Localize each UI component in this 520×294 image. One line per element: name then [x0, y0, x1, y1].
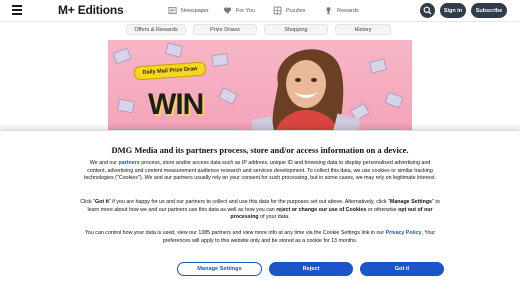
subscribe-button[interactable]: Subscribe	[471, 3, 507, 18]
banknote-image	[112, 47, 132, 65]
sign-in-button[interactable]: Sign in	[440, 3, 466, 18]
nav-rewards[interactable]: Rewards	[324, 5, 359, 16]
tab-offers-rewards[interactable]: Offers & Rewards	[126, 24, 186, 35]
smiling-woman-image	[252, 49, 360, 132]
nav-puzzles-label: Puzzles	[286, 7, 306, 14]
tab-shopping[interactable]: Shopping	[264, 24, 328, 35]
banknote-image	[211, 52, 229, 68]
newspaper-icon	[168, 6, 177, 15]
nav-for-you[interactable]: For You	[223, 5, 255, 16]
banknote-image	[384, 91, 404, 109]
nav-newspaper[interactable]: Newspaper	[168, 5, 209, 16]
banknote-image	[218, 87, 238, 105]
search-button[interactable]	[420, 3, 435, 18]
consent-title: DMG Media and its partners process, stor…	[111, 145, 409, 155]
banknote-image	[164, 42, 184, 58]
puzzle-icon	[273, 6, 282, 15]
consent-paragraph-1: We and our partners process, store and/o…	[84, 160, 436, 182]
search-icon	[423, 6, 432, 15]
manage-settings-button[interactable]: Manage Settings	[177, 262, 262, 276]
consent-paragraph-3: You can control how your data is used, v…	[84, 230, 436, 244]
nav-puzzles[interactable]: Puzzles	[273, 5, 305, 16]
hamburger-menu-icon[interactable]	[12, 5, 22, 15]
tab-prize-draws[interactable]: Prize Draws	[193, 24, 257, 35]
prize-draw-badge: Daily Mail Prize Draw	[133, 61, 207, 81]
nav-for-you-label: For You	[236, 7, 255, 14]
nav-newspaper-label: Newspaper	[181, 7, 209, 14]
banknote-image	[368, 58, 388, 74]
brand-logo[interactable]: M+ Editions	[58, 3, 124, 17]
win-headline: WIN	[148, 88, 204, 121]
partners-link[interactable]: partners	[119, 160, 140, 166]
reject-button[interactable]: Reject	[269, 262, 353, 276]
privacy-policy-link[interactable]: Privacy Policy	[386, 230, 422, 236]
sub-navigation: Offers & Rewards Prize Draws Shopping Hi…	[0, 22, 520, 36]
consent-paragraph-2: Click "Got it" if you are happy for us a…	[80, 199, 440, 221]
tab-history[interactable]: History	[335, 24, 391, 35]
trophy-icon	[326, 7, 331, 14]
nav-rewards-label: Rewards	[337, 7, 359, 14]
got-it-button[interactable]: Got it	[360, 262, 444, 276]
banknote-image	[117, 98, 135, 114]
top-navigation-bar: M+ Editions Newspaper For You Puzzles Re…	[0, 0, 520, 22]
prize-draw-banner[interactable]: Daily Mail Prize Draw WIN	[108, 40, 412, 132]
heart-icon	[223, 7, 232, 14]
